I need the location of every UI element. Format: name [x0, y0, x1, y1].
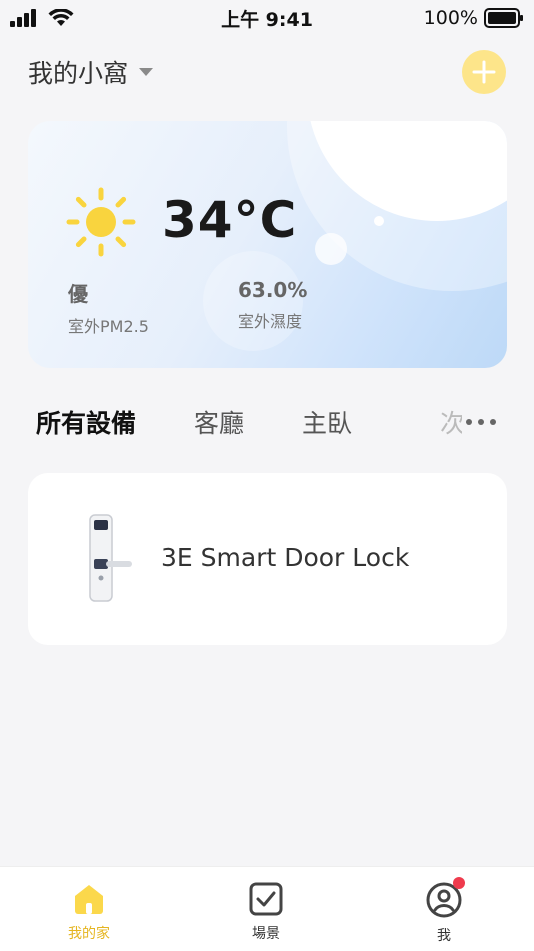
plus-icon [472, 60, 496, 84]
checkbox-icon [249, 882, 283, 916]
device-card[interactable]: 3E Smart Door Lock [28, 473, 507, 645]
tab-master-bedroom[interactable]: 主臥 [302, 404, 352, 440]
home-title: 我的小窩 [28, 59, 129, 88]
weather-card[interactable]: 34°C 優 室外PM2.5 63.0% 室外濕度 [28, 121, 507, 368]
sun-icon [66, 187, 136, 257]
decor-bubble-medium [315, 233, 347, 265]
door-lock-icon [89, 514, 132, 602]
notification-badge [453, 877, 465, 889]
air-quality-value: 優 [68, 282, 88, 306]
home-icon [75, 885, 103, 914]
decor-bubble-small [374, 216, 384, 226]
tab-second-bedroom[interactable]: 次 [440, 404, 462, 440]
more-tabs-button[interactable] [466, 410, 496, 434]
air-quality-label: 室外PM2.5 [68, 317, 149, 336]
nav-scene-label: 場景 [252, 926, 280, 942]
humidity-label: 室外濕度 [238, 312, 303, 331]
nav-me-label: 我 [437, 928, 451, 944]
nav-me[interactable]: 我 [404, 877, 484, 945]
home-selector[interactable]: 我的小窩 [28, 54, 154, 90]
tab-living-room[interactable]: 客廳 [194, 404, 244, 440]
add-button[interactable] [462, 50, 506, 94]
device-name: 3E Smart Door Lock [161, 543, 410, 572]
status-bar: 上午 9:41 100% [0, 0, 534, 36]
air-quality-stat: 優 室外PM2.5 [68, 278, 149, 337]
tab-all-devices[interactable]: 所有設備 [36, 404, 136, 440]
more-dot-icon [478, 419, 484, 425]
dropdown-arrow-icon [139, 68, 154, 76]
temperature: 34°C [162, 191, 298, 249]
header: 我的小窩 [28, 50, 506, 94]
humidity-value: 63.0% [238, 278, 308, 302]
nav-my-home-label: 我的家 [68, 926, 110, 942]
status-time: 上午 9:41 [221, 8, 313, 31]
more-dot-icon [490, 419, 496, 425]
user-icon-wrap [425, 877, 465, 919]
bottom-nav: 我的家 場景 我 [0, 866, 534, 951]
room-tabs: 所有設備 客廳 主臥 次 [36, 402, 506, 442]
humidity-stat: 63.0% 室外濕度 [238, 278, 307, 332]
nav-scene[interactable]: 場景 [226, 881, 306, 943]
more-dot-icon [466, 419, 472, 425]
nav-my-home[interactable]: 我的家 [49, 881, 129, 943]
